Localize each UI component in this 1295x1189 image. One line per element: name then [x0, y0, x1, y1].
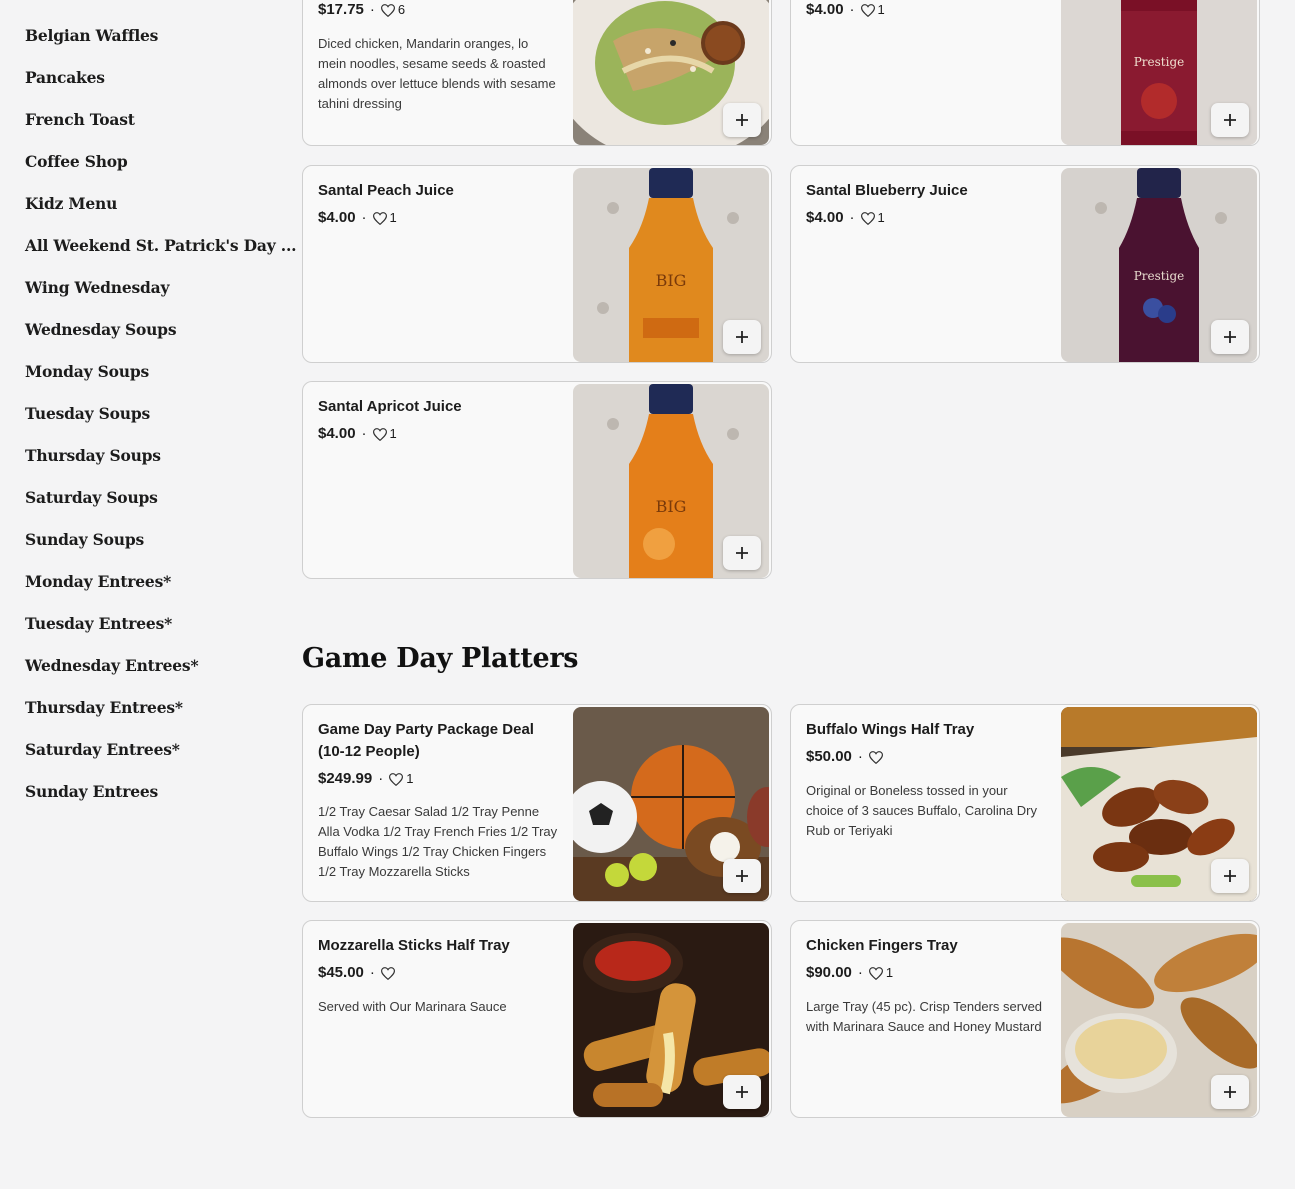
like-count: 1 — [406, 771, 414, 786]
plus-icon — [1224, 331, 1236, 343]
item-name: Santal Peach Juice — [318, 182, 454, 199]
item-price: $4.00 — [806, 1, 844, 18]
separator-dot: · — [361, 425, 367, 442]
heart-icon[interactable] — [860, 3, 875, 17]
item-price: $50.00 — [806, 748, 852, 765]
item-price: $17.75 — [318, 1, 364, 18]
plus-icon — [736, 547, 748, 559]
item-name: Game Day Party Package Deal (10-12 Peopl… — [318, 721, 534, 760]
menu-item-card[interactable]: $17.75 · 6 Diced chicken, Mandarin orang… — [302, 0, 772, 146]
peach-juice-photo: BIG — [573, 168, 769, 362]
item-description: Large Tray (45 pc). Crisp Tenders served… — [806, 999, 1043, 1034]
add-to-cart-button[interactable] — [723, 1075, 761, 1109]
item-price: $249.99 — [318, 770, 373, 787]
item-name: Chicken Fingers Tray — [806, 937, 958, 954]
plus-icon — [736, 331, 748, 343]
menu-item-card[interactable]: Buffalo Wings Half Tray $50.00 · Origina… — [790, 704, 1260, 902]
item-description: Original or Boneless tossed in your choi… — [806, 783, 1037, 838]
separator-dot: · — [361, 209, 367, 226]
separator-dot: · — [369, 1, 375, 18]
svg-text:BIG: BIG — [656, 497, 687, 516]
heart-icon[interactable] — [372, 211, 387, 225]
plus-icon — [736, 870, 748, 882]
like-count: 1 — [877, 2, 885, 17]
item-price: $4.00 — [318, 425, 356, 442]
pomegranate-juice-photo: Prestige — [1061, 0, 1257, 145]
add-to-cart-button[interactable] — [723, 859, 761, 893]
add-to-cart-button[interactable] — [1211, 859, 1249, 893]
like-count: 6 — [397, 2, 406, 17]
sports-balls-photo — [573, 707, 769, 901]
add-to-cart-button[interactable] — [723, 103, 761, 137]
heart-icon[interactable] — [380, 966, 395, 980]
add-to-cart-button[interactable] — [1211, 103, 1249, 137]
like-count: 1 — [389, 210, 397, 225]
item-description: 1/2 Tray Caesar Salad 1/2 Tray Penne All… — [318, 804, 558, 879]
plus-icon — [736, 1086, 748, 1098]
like-count: 1 — [389, 426, 397, 441]
menu-content: $17.75 · 6 Diced chicken, Mandarin orang… — [0, 0, 1295, 1189]
add-to-cart-button[interactable] — [723, 320, 761, 354]
separator-dot: · — [849, 1, 855, 18]
separator-dot: · — [857, 964, 863, 981]
separator-dot: · — [849, 209, 855, 226]
menu-item-card[interactable]: Santal Blueberry Juice $4.00 · 1 Prestig… — [790, 165, 1260, 363]
separator-dot: · — [378, 770, 384, 787]
heart-icon[interactable] — [372, 427, 387, 441]
heart-icon[interactable] — [868, 966, 883, 980]
menu-item-card[interactable]: Game Day Party Package Deal (10-12 Peopl… — [302, 704, 772, 902]
heart-icon[interactable] — [860, 211, 875, 225]
plus-icon — [1224, 1086, 1236, 1098]
heart-icon[interactable] — [380, 3, 395, 17]
svg-text:BIG: BIG — [656, 271, 687, 290]
svg-text:Prestige: Prestige — [1134, 269, 1185, 283]
blueberry-juice-photo: Prestige — [1061, 168, 1257, 362]
like-count: 1 — [877, 210, 885, 225]
item-description: Served with Our Marinara Sauce — [318, 999, 507, 1014]
separator-dot: · — [857, 748, 863, 765]
menu-item-card[interactable]: $4.00 · 1 Prestige — [790, 0, 1260, 146]
heart-icon[interactable] — [389, 772, 404, 786]
item-name: Buffalo Wings Half Tray — [806, 721, 975, 738]
menu-item-card[interactable]: Chicken Fingers Tray $90.00 · 1 Large Tr… — [790, 920, 1260, 1118]
menu-item-card[interactable]: Mozzarella Sticks Half Tray $45.00 · Ser… — [302, 920, 772, 1118]
add-to-cart-button[interactable] — [723, 536, 761, 570]
mozzarella-sticks-photo — [573, 923, 769, 1117]
heart-icon[interactable] — [868, 750, 883, 764]
item-price: $90.00 — [806, 964, 852, 981]
menu-item-card[interactable]: Santal Peach Juice $4.00 · 1 BIG — [302, 165, 772, 363]
add-to-cart-button[interactable] — [1211, 320, 1249, 354]
plus-icon — [1224, 870, 1236, 882]
chicken-fingers-photo — [1061, 923, 1257, 1117]
like-count: 1 — [885, 965, 894, 980]
apricot-juice-photo: BIG — [573, 384, 769, 578]
item-name: Santal Apricot Juice — [318, 398, 462, 415]
svg-text:Prestige: Prestige — [1134, 55, 1185, 69]
item-price: $45.00 — [318, 964, 364, 981]
item-description: Diced chicken, Mandarin oranges, lo mein… — [318, 36, 556, 111]
separator-dot: · — [369, 964, 375, 981]
wings-photo — [1061, 707, 1257, 901]
plus-icon — [1224, 114, 1236, 126]
add-to-cart-button[interactable] — [1211, 1075, 1249, 1109]
item-price: $4.00 — [806, 209, 844, 226]
salad-photo — [573, 0, 769, 145]
item-price: $4.00 — [318, 209, 356, 226]
item-name: Santal Blueberry Juice — [806, 182, 968, 199]
menu-item-card[interactable]: Santal Apricot Juice $4.00 · 1 BIG — [302, 381, 772, 579]
item-name: Mozzarella Sticks Half Tray — [318, 937, 510, 954]
section-title: Game Day Platters — [302, 643, 579, 674]
plus-icon — [736, 114, 748, 126]
